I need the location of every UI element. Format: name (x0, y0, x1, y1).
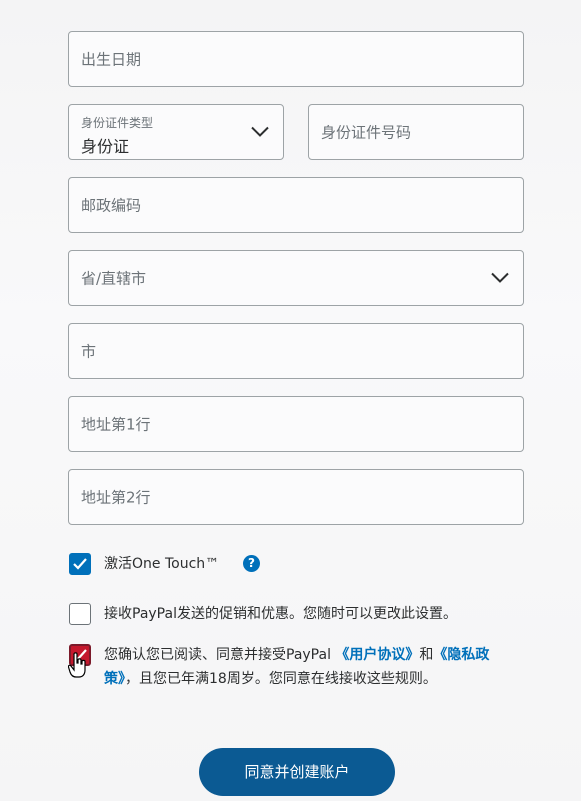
agreement-text-1: 您确认您已阅读、同意并接受PayPal (104, 647, 336, 663)
id-type-label: 身份证件类型 (81, 116, 154, 130)
city-field[interactable]: 市 (68, 323, 524, 379)
chevron-down-icon (251, 126, 269, 137)
one-touch-checkbox[interactable] (69, 553, 91, 575)
agreement-and: 和 (419, 647, 434, 663)
checkmark-icon (73, 558, 87, 570)
postal-code-field[interactable]: 邮政编码 (68, 177, 524, 233)
one-touch-label: 激活One Touch™ (104, 556, 220, 572)
postal-code-placeholder: 邮政编码 (81, 196, 142, 215)
address-line2-field[interactable]: 地址第2行 (68, 469, 524, 525)
birthdate-field[interactable]: 出生日期 (68, 31, 524, 87)
agreement-text-2: ，且您已年满18周岁。您同意在线接收这些规则。 (125, 671, 437, 687)
province-placeholder: 省/直辖市 (81, 269, 147, 288)
help-icon[interactable]: ? (243, 555, 260, 572)
user-agreement-link[interactable]: 《用户协议》 (335, 647, 419, 663)
province-select[interactable]: 省/直辖市 (68, 250, 524, 306)
address-line1-field[interactable]: 地址第1行 (68, 396, 524, 452)
chevron-down-icon (491, 272, 509, 283)
birthdate-placeholder: 出生日期 (81, 50, 142, 69)
promo-label: 接收PayPal发送的促销和优惠。您随时可以更改此设置。 (104, 606, 457, 622)
id-number-placeholder: 身份证件号码 (321, 123, 412, 142)
hand-cursor-icon (68, 652, 86, 678)
id-type-value: 身份证 (81, 137, 130, 156)
agreement-text: 您确认您已阅读、同意并接受PayPal 《用户协议》和《隐私政策》，且您已年满1… (104, 643, 524, 691)
promo-checkbox[interactable] (69, 603, 91, 625)
id-type-select[interactable]: 身份证件类型 身份证 (68, 104, 284, 160)
id-number-field[interactable]: 身份证件号码 (308, 104, 524, 160)
address-line1-placeholder: 地址第1行 (81, 415, 151, 434)
city-placeholder: 市 (81, 342, 97, 361)
address-line2-placeholder: 地址第2行 (81, 488, 151, 507)
agree-create-account-button[interactable]: 同意并创建账户 (199, 748, 395, 796)
